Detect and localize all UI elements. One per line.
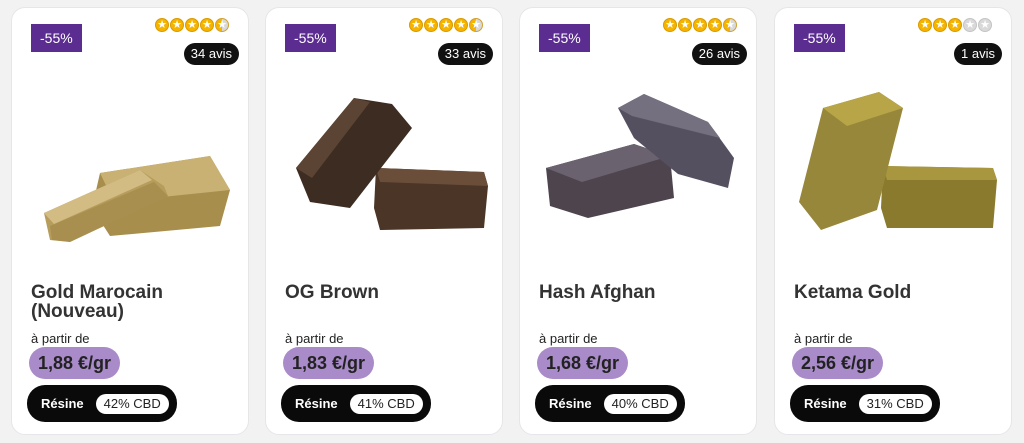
star-full-icon: ★	[693, 18, 707, 32]
product-name[interactable]: Hash Afghan	[539, 283, 744, 302]
category-label: Résine	[549, 396, 592, 411]
star-full-icon: ★	[155, 18, 169, 32]
star-half-icon: ★	[215, 18, 229, 32]
product-card[interactable]: -55% ★ ★ ★ ★ ★ 34 avis Gold Marocain (No…	[11, 7, 249, 435]
price-badge: 1,83 €/gr	[283, 347, 375, 379]
category-label: Résine	[41, 396, 84, 411]
cbd-badge: 42% CBD	[95, 393, 169, 414]
product-card[interactable]: -55% ★ ★ ★ ★ ★ 1 avis Ketama Gold à part…	[774, 7, 1012, 435]
product-name[interactable]: OG Brown	[285, 283, 490, 302]
star-rating: ★ ★ ★ ★ ★	[409, 18, 483, 32]
cbd-badge: 31% CBD	[858, 393, 932, 414]
product-name[interactable]: Gold Marocain (Nouveau)	[31, 283, 236, 321]
price-prefix: à partir de	[285, 331, 344, 346]
star-rating: ★ ★ ★ ★ ★	[155, 18, 229, 32]
star-full-icon: ★	[918, 18, 932, 32]
star-full-icon: ★	[170, 18, 184, 32]
category-label: Résine	[804, 396, 847, 411]
price-badge: 2,56 €/gr	[792, 347, 884, 379]
star-rating: ★ ★ ★ ★ ★	[663, 18, 737, 32]
product-name[interactable]: Ketama Gold	[794, 283, 999, 302]
price-prefix: à partir de	[794, 331, 853, 346]
star-full-icon: ★	[948, 18, 962, 32]
star-full-icon: ★	[200, 18, 214, 32]
star-full-icon: ★	[424, 18, 438, 32]
category-pill: Résine 41% CBD	[281, 385, 431, 422]
review-count[interactable]: 1 avis	[954, 43, 1002, 65]
price-badge: 1,88 €/gr	[29, 347, 121, 379]
star-rating: ★ ★ ★ ★ ★	[918, 18, 992, 32]
product-card[interactable]: -55% ★ ★ ★ ★ ★ 26 avis Hash Afghan à par…	[519, 7, 757, 435]
star-empty-icon: ★	[963, 18, 977, 32]
category-pill: Résine 31% CBD	[790, 385, 940, 422]
discount-badge: -55%	[539, 24, 590, 52]
category-label: Résine	[295, 396, 338, 411]
cbd-badge: 40% CBD	[603, 393, 677, 414]
star-half-icon: ★	[469, 18, 483, 32]
star-full-icon: ★	[454, 18, 468, 32]
price-prefix: à partir de	[539, 331, 598, 346]
star-full-icon: ★	[933, 18, 947, 32]
product-image[interactable]	[30, 68, 236, 268]
price-prefix: à partir de	[31, 331, 90, 346]
discount-badge: -55%	[794, 24, 845, 52]
star-full-icon: ★	[663, 18, 677, 32]
star-full-icon: ★	[708, 18, 722, 32]
category-pill: Résine 42% CBD	[27, 385, 177, 422]
product-image[interactable]	[538, 68, 744, 268]
cbd-badge: 41% CBD	[349, 393, 423, 414]
star-half-icon: ★	[723, 18, 737, 32]
star-empty-icon: ★	[978, 18, 992, 32]
star-full-icon: ★	[439, 18, 453, 32]
star-full-icon: ★	[185, 18, 199, 32]
discount-badge: -55%	[31, 24, 82, 52]
product-image[interactable]	[793, 68, 999, 268]
star-full-icon: ★	[409, 18, 423, 32]
star-full-icon: ★	[678, 18, 692, 32]
price-badge: 1,68 €/gr	[537, 347, 629, 379]
product-card[interactable]: -55% ★ ★ ★ ★ ★ 33 avis OG Brown à partir…	[265, 7, 503, 435]
review-count[interactable]: 26 avis	[691, 43, 747, 65]
category-pill: Résine 40% CBD	[535, 385, 685, 422]
review-count[interactable]: 33 avis	[437, 43, 493, 65]
product-image[interactable]	[284, 68, 490, 268]
discount-badge: -55%	[285, 24, 336, 52]
review-count[interactable]: 34 avis	[183, 43, 239, 65]
